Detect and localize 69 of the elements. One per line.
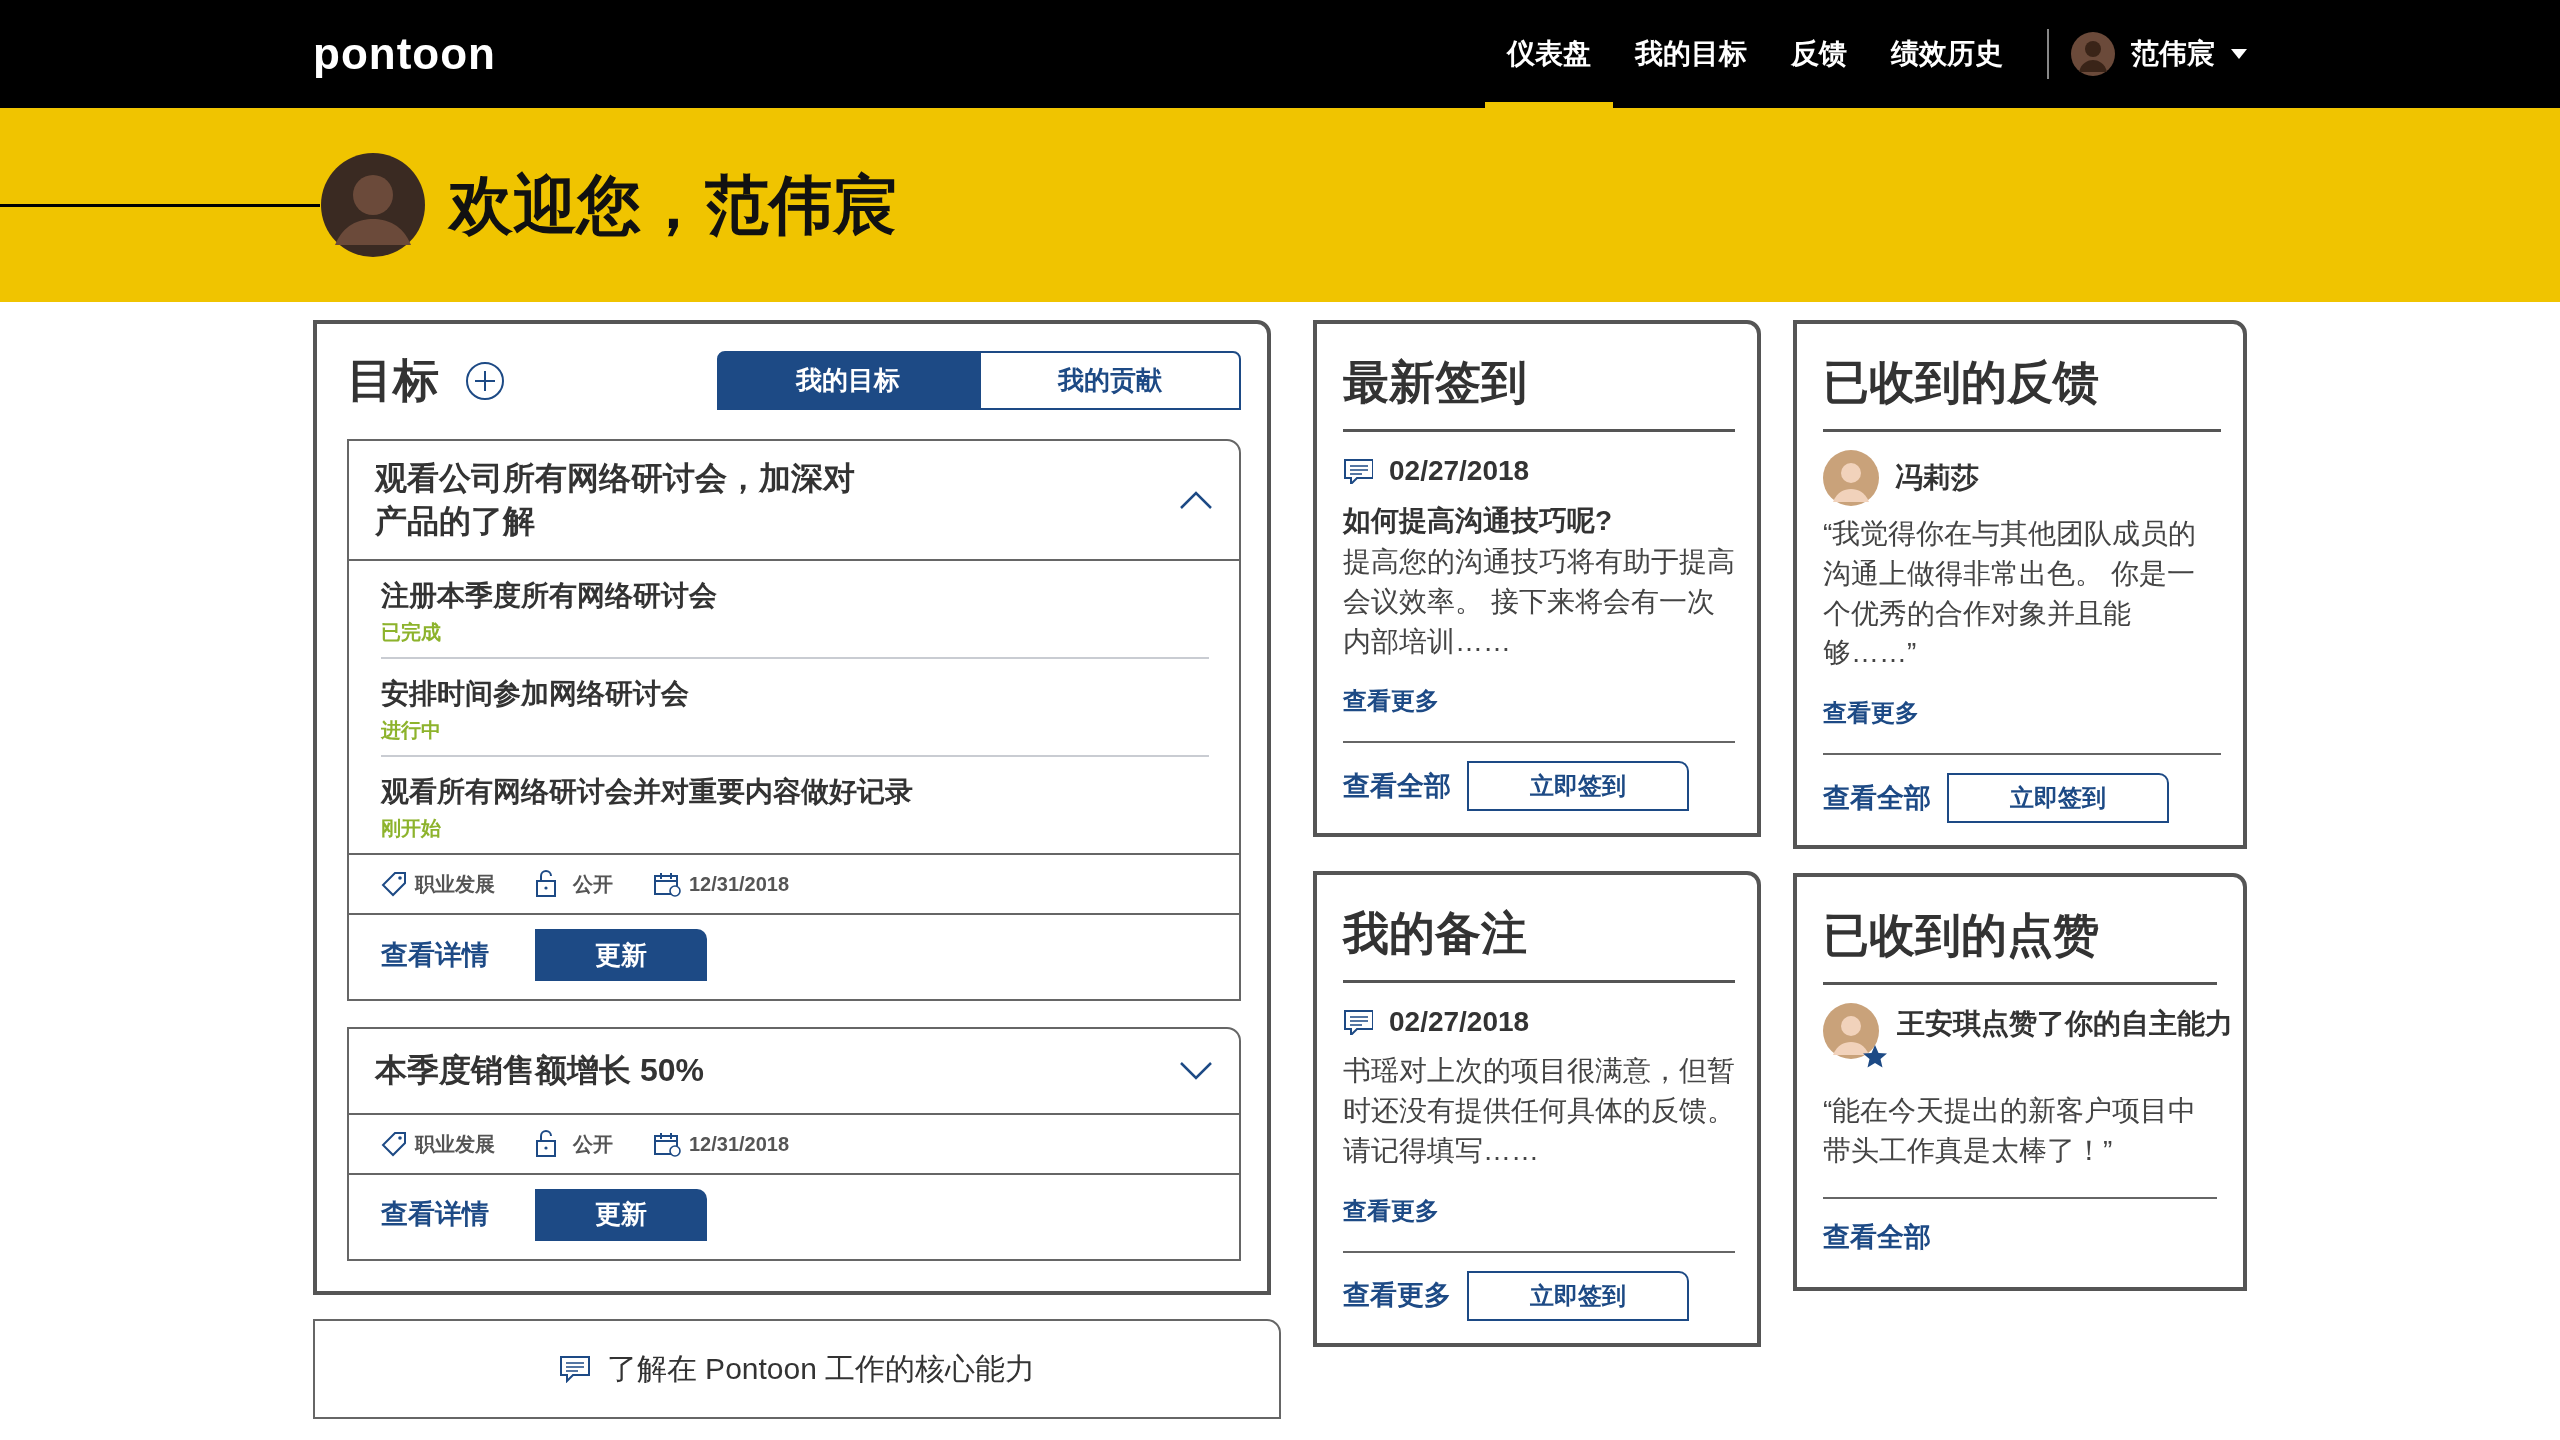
unlocked-icon bbox=[535, 1129, 557, 1158]
entry-date: 02/27/2018 bbox=[1389, 1005, 1530, 1040]
tab[interactable]: 我的目标 bbox=[717, 351, 979, 410]
entry-date: 02/27/2018 bbox=[1389, 454, 1530, 488]
kudos-quote: “能在今天提出的新客户项目中带头工作真是太棒了！” bbox=[1823, 1094, 2198, 1168]
calendar-icon bbox=[653, 871, 681, 898]
view-all-link[interactable]: 查看全部 bbox=[1343, 766, 1451, 807]
chat-icon bbox=[558, 1354, 591, 1383]
section-title: 已收到的反馈 bbox=[1823, 355, 2099, 410]
section-title: 目标 bbox=[347, 353, 439, 408]
caret-icon bbox=[2231, 49, 2247, 59]
user-menu[interactable]: 范伟宸 bbox=[2071, 32, 2247, 76]
chat-icon bbox=[1343, 1009, 1373, 1036]
view-all-link[interactable]: 查看全部 bbox=[1823, 777, 1931, 819]
chat-icon bbox=[1343, 458, 1373, 484]
category-label: 职业发展 bbox=[415, 1131, 495, 1157]
section-title: 我的备注 bbox=[1343, 906, 1527, 962]
section-title: 已收到的点赞 bbox=[1823, 908, 2100, 963]
avatar-with-star-icon bbox=[1823, 1003, 1889, 1069]
goal-title[interactable]: 观看公司所有网络研讨会，加深对产品的了解 bbox=[375, 457, 855, 544]
view-all-link[interactable]: 查看更多 bbox=[1343, 1275, 1451, 1316]
visibility-label: 公开 bbox=[573, 1131, 613, 1157]
view-more-link[interactable]: 查看更多 bbox=[1823, 695, 1919, 731]
section-title: 最新签到 bbox=[1343, 355, 1527, 410]
checkin-question: 如何提高沟通技巧呢? bbox=[1343, 504, 1613, 538]
tag-icon bbox=[381, 1130, 407, 1157]
nav-link[interactable]: 反馈 bbox=[1769, 0, 1869, 108]
kudos-message: 王安琪点赞了你的自主能力 bbox=[1897, 1007, 2233, 1041]
subtask-title: 观看所有网络研讨会并对重要内容做好记录 bbox=[381, 775, 914, 810]
subtask-title: 安排时间参加网络研讨会 bbox=[381, 677, 690, 712]
update-button[interactable]: 更新 bbox=[535, 929, 707, 982]
view-all-link[interactable]: 查看全部 bbox=[1823, 1216, 1931, 1257]
logo[interactable]: pontoon bbox=[313, 21, 496, 87]
tag-icon bbox=[381, 871, 407, 898]
status-label: 进行中 bbox=[381, 718, 442, 744]
checkin-text: 提高您的沟通技巧将有助于提高会议效率。 接下来将会有一次内部培训…… bbox=[1343, 545, 1735, 659]
avatar-icon bbox=[1823, 450, 1879, 506]
view-more-link[interactable]: 查看更多 bbox=[1343, 683, 1439, 720]
check-in-button[interactable]: 立即签到 bbox=[1947, 773, 2169, 823]
chevron-down-icon[interactable] bbox=[1179, 1060, 1213, 1081]
status-label: 已完成 bbox=[381, 620, 442, 646]
competency-link[interactable]: 了解在 Pontoon 工作的核心能力 bbox=[313, 1318, 1281, 1419]
unlocked-icon bbox=[535, 870, 557, 899]
feedback-quote: “我觉得你在与其他团队成员的沟通上做得非常出色。 你是一个优秀的合作对象并且能够……” bbox=[1823, 517, 2198, 671]
category-label: 职业发展 bbox=[415, 872, 495, 898]
note-text: 书瑶对上次的项目很满意，但暂时还没有提供任何具体的反馈。 bbox=[1343, 1054, 1735, 1128]
due-date: 12/31/2018 bbox=[689, 1131, 790, 1157]
add-icon[interactable] bbox=[465, 360, 505, 401]
tab[interactable]: 我的贡献 bbox=[979, 351, 1241, 410]
view-more-link[interactable]: 查看更多 bbox=[1343, 1192, 1439, 1229]
update-button[interactable]: 更新 bbox=[535, 1188, 707, 1241]
avatar-icon bbox=[2071, 32, 2115, 76]
check-in-button[interactable]: 立即签到 bbox=[1467, 761, 1689, 812]
check-in-button[interactable]: 立即签到 bbox=[1467, 1270, 1689, 1321]
details-link[interactable]: 查看详情 bbox=[381, 935, 489, 976]
note-text: 请记得填写…… bbox=[1343, 1133, 1539, 1168]
subtask-title: 注册本季度所有网络研讨会 bbox=[381, 579, 718, 614]
details-link[interactable]: 查看详情 bbox=[381, 1194, 489, 1235]
author-name: 冯莉莎 bbox=[1895, 461, 1979, 495]
calendar-icon bbox=[653, 1130, 681, 1157]
nav-link[interactable]: 我的目标 bbox=[1613, 0, 1769, 108]
goal-title[interactable]: 本季度销售额增长 50% bbox=[375, 1049, 704, 1093]
status-label: 刚开始 bbox=[381, 816, 442, 842]
visibility-label: 公开 bbox=[573, 872, 613, 898]
nav-link[interactable]: 绩效历史 bbox=[1869, 0, 2025, 108]
avatar-icon bbox=[321, 153, 425, 257]
due-date: 12/31/2018 bbox=[689, 872, 790, 898]
welcome-heading: 欢迎您，范伟宸 bbox=[449, 168, 897, 243]
chevron-up-icon[interactable] bbox=[1179, 490, 1213, 511]
